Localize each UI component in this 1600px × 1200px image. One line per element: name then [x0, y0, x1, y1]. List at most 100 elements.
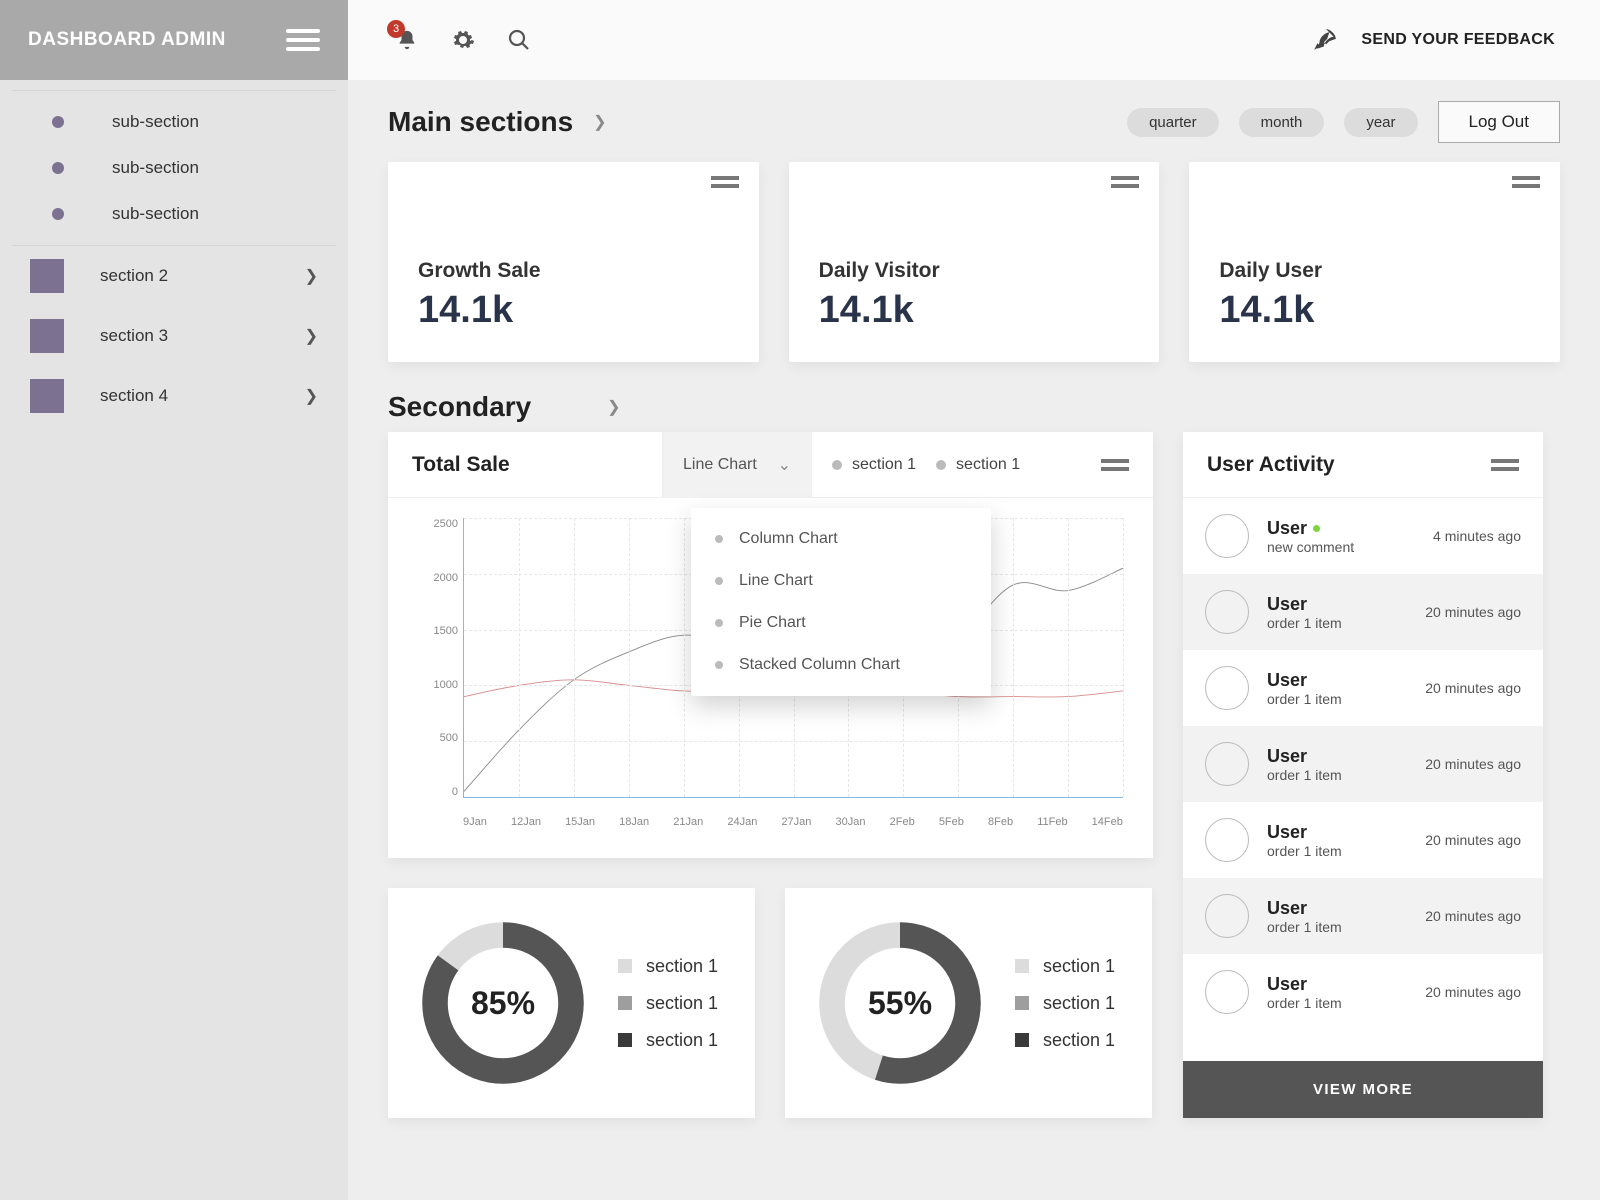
activity-action: order 1 item	[1267, 767, 1407, 783]
filter-year[interactable]: year	[1344, 108, 1417, 137]
drag-handle-icon[interactable]	[1111, 176, 1139, 188]
dropdown-option-label: Stacked Column Chart	[739, 656, 900, 674]
activity-time: 20 minutes ago	[1425, 756, 1521, 772]
activity-time: 20 minutes ago	[1425, 604, 1521, 620]
feedback-link[interactable]: SEND YOUR FEEDBACK	[1361, 31, 1555, 49]
activity-user: User	[1267, 670, 1407, 691]
sidebar-item-section-3[interactable]: section 3 ❯	[0, 306, 348, 366]
notification-badge: 3	[387, 20, 405, 38]
main-area: 3 SEND YOUR FEEDBACK Main sections ❯ qua…	[348, 0, 1600, 1200]
notifications-button[interactable]: 3	[393, 26, 421, 54]
legend-item: section 1	[1015, 993, 1115, 1014]
activity-row[interactable]: Userorder 1 item20 minutes ago	[1183, 954, 1543, 1030]
bullet-icon	[52, 162, 64, 174]
donut-percent: 55%	[815, 918, 985, 1088]
y-axis: 25002000150010005000	[418, 518, 458, 798]
activity-title: User Activity	[1207, 453, 1335, 477]
kpi-title: Daily User	[1219, 259, 1530, 283]
activity-row[interactable]: Userorder 1 item 20 minutes ago	[1183, 574, 1543, 650]
activity-action: order 1 item	[1267, 615, 1407, 631]
sidebar-item-label: section 2	[100, 266, 305, 286]
rocket-icon[interactable]	[1311, 26, 1339, 54]
sidebar-item-section-2[interactable]: section 2 ❯	[0, 246, 348, 306]
secondary-row: Total Sale Line Chart ⌄ section 1 sectio…	[388, 432, 1560, 1118]
donut-chart: 55%	[815, 918, 985, 1088]
dropdown-option-pie[interactable]: Pie Chart	[691, 602, 991, 644]
activity-user: User	[1267, 898, 1407, 919]
activity-time: 20 minutes ago	[1425, 680, 1521, 696]
drag-handle-icon[interactable]	[1491, 459, 1519, 471]
kpi-cards: Growth Sale 14.1k Daily Visitor 14.1k Da…	[388, 162, 1560, 362]
activity-row[interactable]: Usernew comment4 minutes ago	[1183, 498, 1543, 574]
dropdown-option-label: Line Chart	[739, 572, 813, 590]
chevron-right-icon[interactable]: ❯	[607, 397, 620, 417]
filter-controls: quarter month year Log Out	[1127, 101, 1560, 143]
avatar	[1205, 590, 1249, 634]
avatar	[1205, 666, 1249, 710]
dropdown-option-stacked[interactable]: Stacked Column Chart	[691, 644, 991, 686]
sidebar-sub-1[interactable]: sub-section	[12, 99, 336, 145]
activity-action: new comment	[1267, 539, 1415, 555]
sidebar-sub-2[interactable]: sub-section	[12, 145, 336, 191]
view-more-button[interactable]: VIEW MORE	[1183, 1061, 1543, 1118]
chevron-right-icon[interactable]: ❯	[593, 112, 606, 132]
activity-user: User	[1267, 746, 1407, 767]
filter-quarter[interactable]: quarter	[1127, 108, 1219, 137]
chart-type-select[interactable]: Line Chart ⌄	[662, 432, 812, 498]
activity-action: order 1 item	[1267, 843, 1407, 859]
activity-user: User	[1267, 822, 1407, 843]
content: Main sections ❯ quarter month year Log O…	[348, 80, 1600, 1130]
legend-item: section 1	[618, 956, 718, 977]
brand-bar: DASHBOARD ADMIN	[0, 0, 348, 80]
secondary-head: Secondary ❯	[388, 382, 1560, 432]
legend-item: section 1	[1015, 956, 1115, 977]
activity-user: User	[1267, 594, 1407, 615]
chevron-right-icon: ❯	[305, 386, 318, 406]
logout-button[interactable]: Log Out	[1438, 101, 1561, 143]
chevron-down-icon: ⌄	[778, 455, 791, 475]
activity-time: 4 minutes ago	[1433, 528, 1521, 544]
activity-row[interactable]: Userorder 1 item 20 minutes ago	[1183, 726, 1543, 802]
user-activity-card: User Activity User new comment 4 minutes a…	[1183, 432, 1543, 1118]
donut-legend: section 1 section 1 section 1	[618, 956, 718, 1051]
search-icon	[507, 28, 531, 52]
legend-label: section 1	[956, 456, 1020, 474]
sidebar-item-label: section 3	[100, 326, 305, 346]
drag-handle-icon[interactable]	[1101, 459, 1129, 471]
sidebar-subs: sub-section sub-section sub-section	[12, 90, 336, 246]
legend-item: section 1	[832, 456, 916, 474]
activity-user: User	[1267, 974, 1407, 995]
kpi-card-growth-sale: Growth Sale 14.1k	[388, 162, 759, 362]
sidebar-sub-3[interactable]: sub-section	[12, 191, 336, 237]
dropdown-option-column[interactable]: Column Chart	[691, 518, 991, 560]
chart-type-label: Line Chart	[683, 456, 757, 474]
activity-row[interactable]: Userorder 1 item20 minutes ago	[1183, 650, 1543, 726]
sidebar-sub-label: sub-section	[112, 158, 199, 178]
donut-row: 85% section 1 section 1 section 1 55%	[388, 888, 1153, 1118]
online-dot-icon	[1313, 525, 1320, 532]
activity-row[interactable]: Userorder 1 item20 minutes ago	[1183, 878, 1543, 954]
settings-button[interactable]	[449, 26, 477, 54]
donut-percent: 85%	[418, 918, 588, 1088]
x-axis: 9Jan12Jan15Jan18Jan21Jan24Jan27Jan30Jan2…	[463, 816, 1123, 828]
dropdown-option-line[interactable]: Line Chart	[691, 560, 991, 602]
activity-row[interactable]: Userorder 1 item20 minutes ago	[1183, 802, 1543, 878]
sidebar-sub-label: sub-section	[112, 204, 199, 224]
kpi-value: 14.1k	[418, 289, 729, 332]
legend-item: section 1	[618, 993, 718, 1014]
menu-icon[interactable]	[286, 29, 320, 51]
drag-handle-icon[interactable]	[1512, 176, 1540, 188]
chart-title: Total Sale	[412, 453, 662, 477]
drag-handle-icon[interactable]	[711, 176, 739, 188]
sidebar-item-section-4[interactable]: section 4 ❯	[0, 366, 348, 426]
sidebar-nav: section 1 ❯ sub-section sub-section sub-…	[0, 80, 348, 426]
chevron-right-icon: ❯	[305, 326, 318, 346]
search-button[interactable]	[505, 26, 533, 54]
chevron-right-icon: ❯	[305, 266, 318, 286]
avatar	[1205, 970, 1249, 1014]
avatar	[1205, 818, 1249, 862]
filter-month[interactable]: month	[1239, 108, 1325, 137]
topbar: 3 SEND YOUR FEEDBACK	[348, 0, 1600, 80]
kpi-card-daily-user: Daily User 14.1k	[1189, 162, 1560, 362]
bullet-icon	[52, 116, 64, 128]
